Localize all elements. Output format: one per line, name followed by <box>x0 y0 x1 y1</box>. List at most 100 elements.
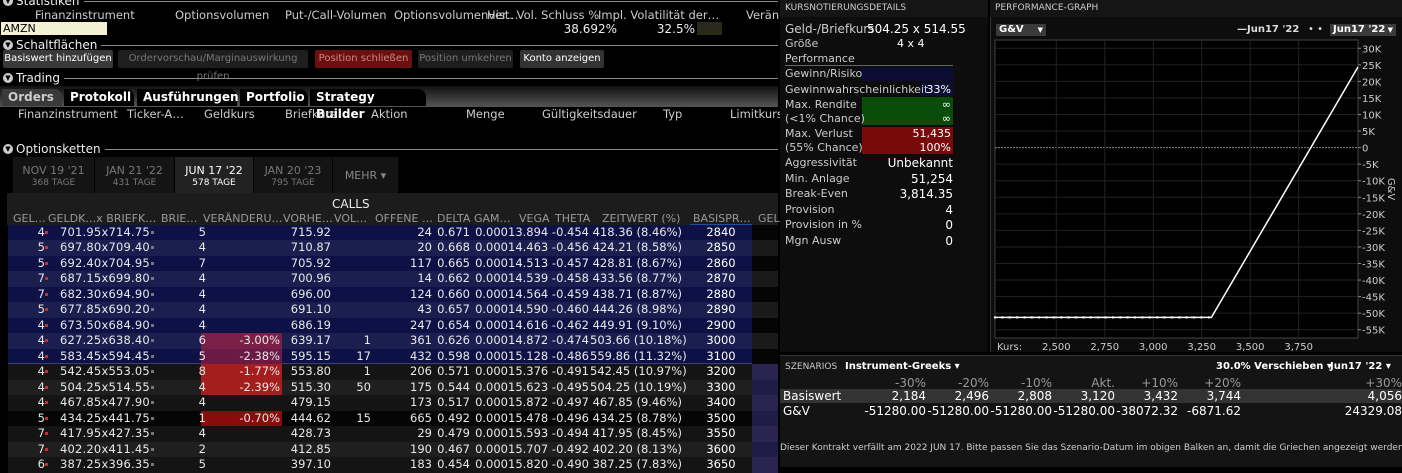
strike-cell[interactable]: 2890 <box>690 302 752 318</box>
chain-cell-1[interactable]: 402.20x411.45 <box>60 442 158 458</box>
expiry-tab[interactable]: JAN 21 '22 431 TAGE <box>95 157 174 193</box>
chain-row[interactable]: 4 701.95x714.75 5 715.92 24 0.671 0.000 13.894-… <box>8 224 778 241</box>
chain-cell-1[interactable]: 677.85x690.20 <box>60 302 158 318</box>
chain-header-7[interactable]: DELTA <box>437 212 470 225</box>
add-underlying-button[interactable]: Basiswert hinzufügen <box>3 50 113 68</box>
put-cell[interactable] <box>752 441 778 457</box>
strike-cell[interactable]: 3000 <box>690 333 752 349</box>
chain-row[interactable]: 4 627.25x638.40 6 -3.00% 639.17 1 361 0.626 0.00… <box>8 333 778 349</box>
reverse-position-button[interactable]: Position umkehren <box>418 50 513 68</box>
chain-cell-1[interactable]: 542.45x553.05 <box>60 364 158 380</box>
strike-cell[interactable]: 2850 <box>690 240 752 256</box>
chain-header-1[interactable]: GELDK…x BRIEFK… <box>48 212 156 225</box>
chain-cell-1[interactable]: 682.30x694.90 <box>60 287 158 303</box>
tab-ausfuehrungen[interactable]: Ausführungen <box>137 89 239 106</box>
symbol-input[interactable]: AMZN <box>1 22 107 35</box>
chain-header-6[interactable]: OFFENE … <box>375 212 433 225</box>
chain-cell-1[interactable]: 434.25x441.75 <box>60 411 158 427</box>
strike-cell[interactable]: 2840 <box>690 225 752 241</box>
strike-cell[interactable]: 3200 <box>690 364 752 380</box>
scenario-date-select[interactable]: Jun17 '22 ▾ <box>1330 361 1391 372</box>
chain-cell-1[interactable]: 583.45x594.45 <box>60 349 158 365</box>
collapse-icon[interactable]: ▼ <box>3 0 13 6</box>
chain-row[interactable]: 4 542.45x553.05 8 -1.77% 553.80 1 206 0.571 0.00… <box>8 364 778 380</box>
chain-cell-1[interactable]: 687.15x699.80 <box>60 271 158 287</box>
put-cell[interactable] <box>752 317 778 333</box>
collapse-icon[interactable]: ▼ <box>3 40 13 50</box>
chain-row[interactable]: 4 504.25x514.55 4 -2.39% 515.30 50 175 0.544 0.0… <box>8 379 778 396</box>
section-statistiken[interactable]: ▼ Statistiken <box>0 0 778 8</box>
chain-cell-1[interactable]: 697.80x709.40 <box>60 240 158 256</box>
chain-header-10[interactable]: THETA <box>555 212 590 225</box>
strike-cell[interactable]: 3550 <box>690 426 752 442</box>
performance-chart[interactable]: 30K 25K 20K 15K 10K 5K 0 -5K -10K -15K -20K -25K -30… <box>990 38 1402 352</box>
chain-cell-1[interactable]: 387.25x396.35 <box>60 457 158 473</box>
chain-row[interactable]: 4 673.50x684.90 4 686.19 247 0.654 0.000 14.616… <box>8 317 778 334</box>
close-position-button[interactable]: Position schließen <box>315 50 412 68</box>
put-cell[interactable] <box>752 302 778 318</box>
put-cell[interactable] <box>752 255 778 271</box>
put-cell[interactable] <box>752 364 778 380</box>
put-cell[interactable] <box>752 410 778 426</box>
chain-row[interactable]: 4 583.45x594.45 5 -2.38% 595.15 17 432 0.598 0.0… <box>8 348 778 365</box>
chain-row[interactable]: 7 682.30x694.90 4 696.00 124 0.660 0.000 14.564… <box>8 286 778 303</box>
strike-cell[interactable]: 2860 <box>690 256 752 272</box>
order-preview-button[interactable]: Ordervorschau/Marginauswirkung prüfen <box>118 50 308 82</box>
chain-header-3[interactable]: VERÄNDERU… <box>203 212 283 225</box>
collapse-icon[interactable]: ▼ <box>3 144 13 154</box>
put-cell[interactable] <box>752 271 778 287</box>
chain-cell-1[interactable]: 673.50x684.90 <box>60 318 158 334</box>
chain-cell-1[interactable]: 417.95x427.35 <box>60 426 158 442</box>
put-cell[interactable] <box>752 395 778 411</box>
chain-header-8[interactable]: GAM… <box>474 212 511 225</box>
tab-orders[interactable]: Orders <box>2 89 62 106</box>
put-cell[interactable] <box>752 224 778 240</box>
chain-header-4[interactable]: VORHE… <box>283 212 333 225</box>
chain-row[interactable]: 6 387.25x396.35 5 397.10 183 0.454 0.000 15.820… <box>8 457 778 473</box>
chain-row[interactable]: 7 402.20x411.45 2 412.85 190 0.467 0.000 15.707… <box>8 441 778 458</box>
date-select[interactable]: Jun17 '22 ▼ <box>1330 24 1396 36</box>
expiry-tab[interactable]: JAN 20 '23 795 TAGE <box>254 157 332 193</box>
expiry-tab[interactable]: NOV 19 '21 368 TAGE <box>13 157 94 193</box>
chain-row[interactable]: 5 697.80x709.40 4 710.87 20 0.668 0.000 14.463-… <box>8 240 778 256</box>
strike-cell[interactable]: 2880 <box>690 287 752 303</box>
scenario-mode-select[interactable]: Instrument-Greeks ▾ <box>845 361 960 372</box>
put-cell[interactable] <box>752 240 778 256</box>
section-optionsketten[interactable]: ▼ Optionsketten <box>0 142 778 156</box>
put-cell[interactable] <box>752 348 778 364</box>
tab-protokoll[interactable]: Protokoll <box>64 89 134 106</box>
chain-header-9[interactable]: VEGA <box>519 212 550 225</box>
chain-cell-1[interactable]: 504.25x514.55 <box>60 380 158 396</box>
chain-row[interactable]: 7 417.95x427.35 4 428.73 29 0.479 0.000 15.593-… <box>8 426 778 442</box>
chain-cell-1[interactable]: 467.85x477.90 <box>60 395 158 411</box>
chain-header-13[interactable]: GEL <box>758 212 780 225</box>
expiry-tab-selected[interactable]: JUN 17 '22 578 TAGE <box>175 157 253 193</box>
chain-row[interactable]: 7 687.15x699.80 4 700.96 14 0.662 0.000 14.539-… <box>8 271 778 287</box>
chain-header-0[interactable]: GEL… <box>13 212 46 225</box>
chain-header-5[interactable]: VOL… <box>334 212 367 225</box>
chain-header-2[interactable]: BRIE… <box>161 212 197 225</box>
tab-strategy-builder[interactable]: Strategy Builder <box>310 89 426 121</box>
strike-cell[interactable]: 2900 <box>690 318 752 334</box>
strike-cell[interactable]: 2870 <box>690 271 752 287</box>
put-cell[interactable] <box>752 286 778 302</box>
put-cell[interactable] <box>752 426 778 442</box>
put-cell[interactable] <box>752 333 778 349</box>
shift-select[interactable]: 30.0% Verschieben ▾ <box>1216 361 1332 372</box>
put-cell[interactable] <box>752 379 778 395</box>
metric-select[interactable]: G&V ▼ <box>996 24 1046 36</box>
chain-cell-1[interactable]: 627.25x638.40 <box>60 333 158 349</box>
chain-row[interactable]: 4 467.85x477.90 4 479.15 173 0.517 0.000 15.872… <box>8 395 778 411</box>
strike-cell[interactable]: 3300 <box>690 380 752 396</box>
tab-portfolio[interactable]: Portfolio <box>240 89 308 106</box>
chain-header-11[interactable]: ZEITWERT (%) <box>602 212 680 225</box>
chain-cell-1[interactable]: 701.95x714.75 <box>60 225 158 241</box>
strike-cell[interactable]: 3400 <box>690 395 752 411</box>
strike-cell[interactable]: 3500 <box>690 411 752 427</box>
chain-row[interactable]: 5 434.25x441.75 1 -0.70% 444.62 15 665 0.492 0.0… <box>8 410 778 427</box>
show-account-button[interactable]: Konto anzeigen <box>520 50 604 68</box>
collapse-icon[interactable]: ▼ <box>3 73 13 83</box>
strike-cell[interactable]: 3600 <box>690 442 752 458</box>
more-expiries-button[interactable]: MEHR ▾ <box>333 157 398 193</box>
section-trading[interactable]: ▼ Trading <box>0 71 778 85</box>
